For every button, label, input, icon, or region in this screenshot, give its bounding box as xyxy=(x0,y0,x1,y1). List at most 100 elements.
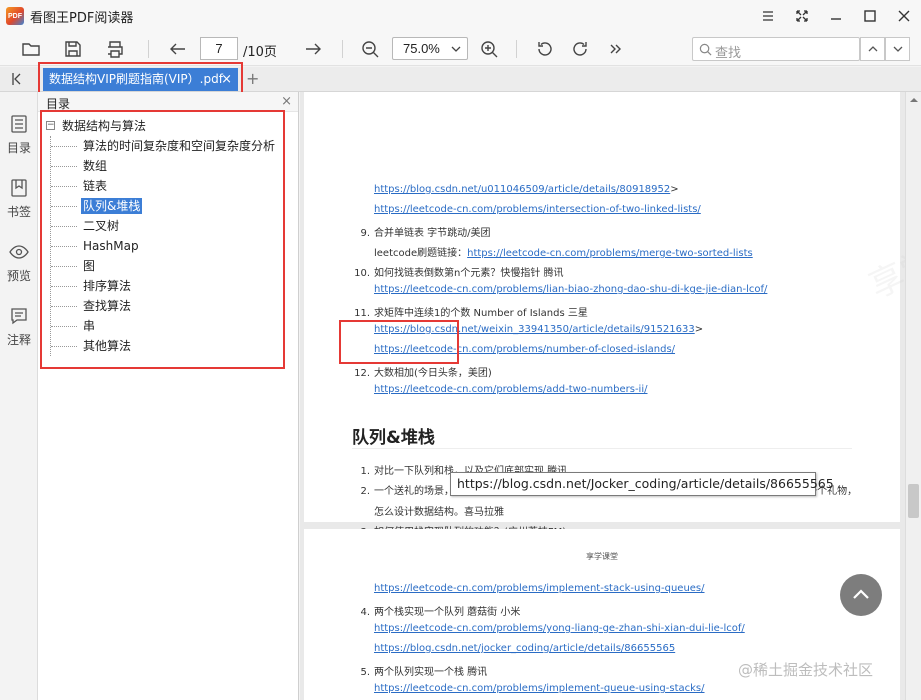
doc-link[interactable]: https://blog.csdn.net/jocker_coding/arti… xyxy=(374,643,675,654)
rotate-left-button[interactable] xyxy=(532,36,558,62)
outline-close-button[interactable]: × xyxy=(281,94,292,109)
zoom-in-button[interactable] xyxy=(476,36,502,62)
list-item-text: 合并单链表 字节跳动/美团 xyxy=(374,228,491,239)
app-title: 看图王PDF阅读器 xyxy=(30,10,134,26)
chevron-up-icon xyxy=(868,46,877,52)
next-page-button[interactable] xyxy=(300,36,326,62)
double-chevron-right-icon xyxy=(610,44,621,54)
list-item: 5. 两个队列实现一个栈 腾讯 xyxy=(352,663,487,678)
list-item-text: 如何找链表倒数第n个元素？快慢指针 腾讯 xyxy=(374,268,564,279)
chevron-down-icon xyxy=(893,46,902,52)
zoom-select[interactable]: 75.0% xyxy=(392,37,468,60)
list-item-text: 两个栈实现一个队列 蘑菇街 小米 xyxy=(374,607,521,618)
doc-link[interactable]: https://leetcode-cn.com/problems/add-two… xyxy=(374,384,648,395)
prev-page-button[interactable] xyxy=(165,36,191,62)
zoom-out-button[interactable] xyxy=(357,36,383,62)
doc-link[interactable]: https://leetcode-cn.com/problems/impleme… xyxy=(374,583,705,594)
doc-link[interactable]: https://leetcode-cn.com/problems/merge-t… xyxy=(467,248,753,259)
scroll-to-top-button[interactable] xyxy=(840,574,882,616)
link-line: https://leetcode-cn.com/problems/add-two… xyxy=(374,384,648,395)
outline-icon xyxy=(11,115,27,133)
doc-link[interactable]: https://leetcode-cn.com/problems/lian-bi… xyxy=(374,284,767,295)
collapse-panel-icon[interactable] xyxy=(10,71,26,87)
toolbar-divider xyxy=(342,40,343,58)
scroll-up-icon[interactable] xyxy=(909,95,919,105)
eye-icon xyxy=(9,245,29,259)
maximize-button[interactable] xyxy=(853,0,887,32)
list-item-number: 9. xyxy=(360,228,370,239)
rail-item-bookmark[interactable]: 书签 xyxy=(0,174,38,224)
list-item-continuation: 怎么设计数据结构。喜马拉雅 xyxy=(374,506,504,518)
arrow-right-icon xyxy=(306,43,321,55)
list-item-number: 2. xyxy=(360,486,370,498)
link-tooltip: https://blog.csdn.net/Jocker_coding/arti… xyxy=(450,472,834,496)
save-icon xyxy=(65,41,81,57)
open-file-button[interactable] xyxy=(18,36,44,62)
rotate-right-button[interactable] xyxy=(567,36,593,62)
folder-icon xyxy=(22,43,40,56)
list-item-number: 4. xyxy=(360,607,370,618)
link-line: https://leetcode-cn.com/problems/interse… xyxy=(374,204,701,215)
toolbar-divider xyxy=(148,40,149,58)
doc-link[interactable]: https://leetcode-cn.com/problems/yong-li… xyxy=(374,623,745,634)
minimize-icon xyxy=(831,18,841,20)
watermark-text: @稀土掘金技术社区 xyxy=(738,661,874,679)
rail-label: 目录 xyxy=(6,141,31,155)
doc-link[interactable]: https://blog.csdn.net/u011046509/article… xyxy=(374,184,670,195)
rail-item-preview[interactable]: 预览 xyxy=(0,238,38,288)
save-button[interactable] xyxy=(60,36,86,62)
printer-icon xyxy=(108,41,123,58)
link-line: https://blog.csdn.net/u011046509/article… xyxy=(374,184,679,195)
rail-label: 书签 xyxy=(6,205,31,219)
fullscreen-button[interactable] xyxy=(785,0,819,32)
hamburger-menu-icon xyxy=(763,11,773,21)
rail-label: 注释 xyxy=(6,333,31,347)
menu-button[interactable] xyxy=(751,0,785,32)
rail-item-outline[interactable]: 目录 xyxy=(0,110,38,160)
line-text: leetcode刷题链接： xyxy=(374,248,468,259)
fullscreen-icon xyxy=(796,10,808,22)
rail-label: 预览 xyxy=(6,269,31,283)
search-prev-button[interactable] xyxy=(860,37,885,61)
chevron-up-icon xyxy=(853,589,869,599)
text-with-link: leetcode刷题链接：https://leetcode-cn.com/pro… xyxy=(374,244,753,259)
search-placeholder: 查找 xyxy=(715,46,742,61)
search-input[interactable]: 查找 xyxy=(692,37,860,61)
list-item: 11. 求矩阵中连续1的个数 Number of Islands 三星 xyxy=(352,304,588,319)
doc-link[interactable]: https://leetcode-cn.com/problems/interse… xyxy=(374,204,701,215)
document-viewport[interactable]: 享学课堂 https://blog.csdn.net/u011046509/ar… xyxy=(300,92,905,700)
search-next-button[interactable] xyxy=(885,37,910,61)
faint-watermark: 享学课堂 xyxy=(863,212,905,307)
print-button[interactable] xyxy=(102,36,128,62)
chevron-down-icon xyxy=(451,46,461,52)
link-suffix: > xyxy=(694,324,704,335)
page-total: /10页 xyxy=(243,45,277,60)
list-item-number: 1. xyxy=(360,466,370,477)
outline-header: 目录 × xyxy=(38,92,298,112)
scrollbar-thumb[interactable] xyxy=(908,484,919,518)
list-item: 4. 两个栈实现一个队列 蘑菇街 小米 xyxy=(352,603,520,618)
close-window-button[interactable] xyxy=(887,0,921,32)
vertical-scrollbar[interactable] xyxy=(905,92,921,700)
zoom-value: 75.0% xyxy=(403,41,440,56)
section-heading: 队列&堆栈 xyxy=(352,428,435,448)
bookmark-icon xyxy=(11,179,27,197)
link-line: https://blog.csdn.net/jocker_coding/arti… xyxy=(374,643,675,654)
list-item-number: 10. xyxy=(354,268,370,279)
heading-divider xyxy=(352,448,852,449)
minimize-button[interactable] xyxy=(819,0,853,32)
list-item-text: 大数相加(今日头条，美团) xyxy=(374,368,492,379)
zoom-out-icon xyxy=(362,41,379,58)
list-item-number: 5. xyxy=(360,667,370,678)
document-page: 享学课堂 https://blog.csdn.net/u011046509/ar… xyxy=(304,92,905,587)
app-logo-icon: PDF xyxy=(6,7,24,25)
list-item: 9. 合并单链表 字节跳动/美团 xyxy=(352,224,491,239)
doc-link[interactable]: https://leetcode-cn.com/problems/impleme… xyxy=(374,683,705,694)
list-item-text: 求矩阵中连续1的个数 Number of Islands 三星 xyxy=(374,308,588,319)
new-tab-button[interactable]: + xyxy=(246,69,259,88)
link-line: https://leetcode-cn.com/problems/impleme… xyxy=(374,583,705,594)
page-number-input[interactable]: 7 xyxy=(200,37,238,60)
toolbar-divider xyxy=(516,40,517,58)
more-tools-button[interactable] xyxy=(602,36,628,62)
rail-item-comment[interactable]: 注释 xyxy=(0,302,38,352)
